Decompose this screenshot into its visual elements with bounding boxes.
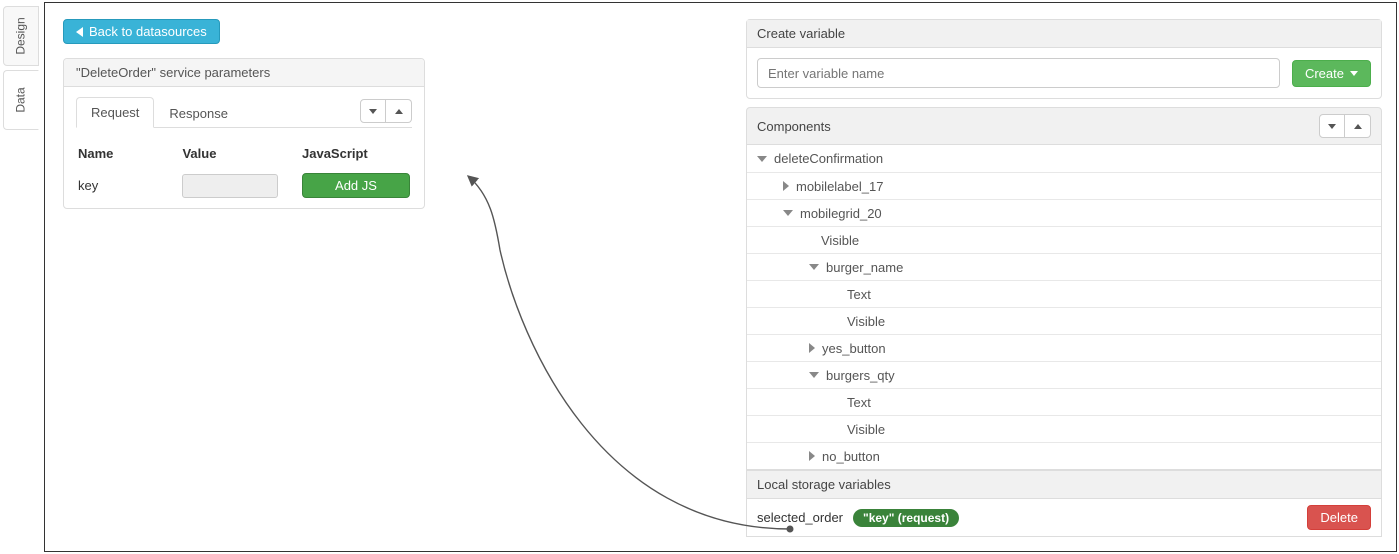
caret-down-icon: [809, 372, 819, 378]
caret-right-icon: [809, 343, 815, 353]
arrow-left-icon: [76, 27, 83, 37]
tree-row[interactable]: burger_name: [747, 253, 1381, 280]
chevron-down-icon: [369, 109, 377, 114]
side-tab-data-label: Data: [14, 87, 28, 112]
col-value: Value: [180, 142, 300, 169]
create-variable-button[interactable]: Create: [1292, 60, 1371, 87]
tree-row[interactable]: burgers_qty: [747, 361, 1381, 388]
tree-row[interactable]: Visible: [747, 226, 1381, 253]
tree-label: no_button: [822, 449, 880, 464]
back-to-datasources-button[interactable]: Back to datasources: [63, 19, 220, 44]
tree-label: Text: [847, 395, 871, 410]
caret-down-icon: [809, 264, 819, 270]
tree-label: Text: [847, 287, 871, 302]
param-row: key Add JS: [76, 169, 412, 202]
tree-row[interactable]: Visible: [747, 415, 1381, 442]
service-parameters-panel: "DeleteOrder" service parameters Request…: [63, 58, 425, 209]
expand-down-button[interactable]: [360, 99, 386, 123]
tree-row[interactable]: yes_button: [747, 334, 1381, 361]
col-name: Name: [76, 142, 180, 169]
tree-row[interactable]: Text: [747, 388, 1381, 415]
side-tab-data[interactable]: Data: [3, 70, 39, 130]
caret-down-icon: [757, 156, 767, 162]
tab-response[interactable]: Response: [154, 98, 243, 128]
tree-row[interactable]: no_button: [747, 442, 1381, 469]
side-tab-design[interactable]: Design: [3, 6, 39, 66]
param-name: key: [76, 169, 180, 202]
tree-row[interactable]: mobilelabel_17: [747, 172, 1381, 199]
local-storage-title: Local storage variables: [746, 470, 1382, 499]
chevron-down-icon: [1328, 124, 1336, 129]
chevron-down-icon: [1350, 71, 1358, 76]
tree-label: Visible: [821, 233, 859, 248]
local-storage-row[interactable]: selected_order "key" (request) Delete: [746, 499, 1382, 537]
chevron-up-icon: [395, 109, 403, 114]
chevron-up-icon: [1354, 124, 1362, 129]
tree-label: burgers_qty: [826, 368, 895, 383]
create-variable-title: Create variable: [747, 20, 1381, 48]
add-js-button[interactable]: Add JS: [302, 173, 410, 198]
components-collapse-button[interactable]: [1345, 114, 1371, 138]
tree-label: Visible: [847, 314, 885, 329]
mapping-pill[interactable]: "key" (request): [853, 509, 959, 527]
main-frame: Back to datasources "DeleteOrder" servic…: [44, 2, 1397, 552]
tree-label: burger_name: [826, 260, 903, 275]
tree-label: deleteConfirmation: [774, 151, 883, 166]
collapse-up-button[interactable]: [386, 99, 412, 123]
tree-row[interactable]: mobilegrid_20: [747, 199, 1381, 226]
create-button-label: Create: [1305, 66, 1344, 81]
param-value-input[interactable]: [182, 174, 278, 198]
side-tab-design-label: Design: [14, 17, 28, 54]
components-expand-button[interactable]: [1319, 114, 1345, 138]
tree-row[interactable]: Text: [747, 280, 1381, 307]
tree-row-root[interactable]: deleteConfirmation: [747, 145, 1381, 172]
caret-down-icon: [783, 210, 793, 216]
tree-label: Visible: [847, 422, 885, 437]
tree-label: mobilegrid_20: [800, 206, 882, 221]
tab-request[interactable]: Request: [76, 97, 154, 128]
tree-label: yes_button: [822, 341, 886, 356]
components-title: Components: [757, 119, 831, 134]
delete-button[interactable]: Delete: [1307, 505, 1371, 530]
col-js: JavaScript: [300, 142, 412, 169]
back-button-label: Back to datasources: [89, 24, 207, 39]
local-storage-var-name: selected_order: [757, 510, 843, 525]
variable-name-input[interactable]: [757, 58, 1280, 88]
caret-right-icon: [783, 181, 789, 191]
tree-label: mobilelabel_17: [796, 179, 883, 194]
tree-row[interactable]: Visible: [747, 307, 1381, 334]
connector-area: [425, 19, 746, 541]
caret-right-icon: [809, 451, 815, 461]
service-parameters-title: "DeleteOrder" service parameters: [64, 59, 424, 87]
